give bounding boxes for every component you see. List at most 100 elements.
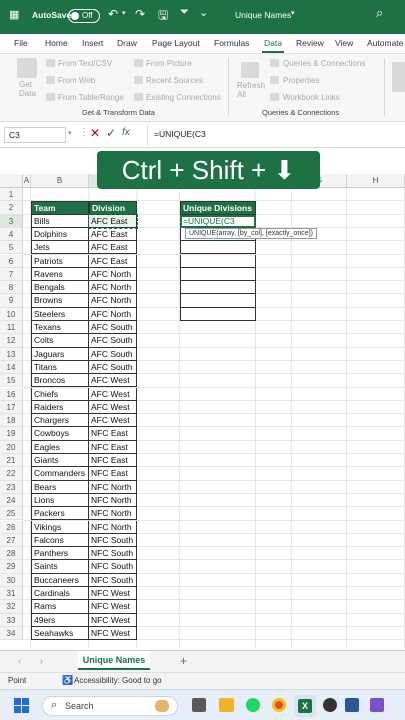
unique-divisions-active-cell[interactable]: =UNIQUE(C3 <box>180 214 256 228</box>
unique-divisions-cell[interactable] <box>180 294 256 308</box>
row-header[interactable]: 23 <box>0 480 23 494</box>
division-cell[interactable]: NFC West <box>89 626 137 641</box>
row-header[interactable]: 25 <box>0 507 23 521</box>
team-cell[interactable]: Panthers <box>31 547 89 561</box>
name-box-dropdown-icon[interactable]: ▾ <box>68 129 72 137</box>
file-explorer-icon[interactable] <box>219 698 234 712</box>
division-cell[interactable]: AFC North <box>89 281 137 295</box>
division-cell[interactable]: NFC South <box>89 533 137 548</box>
team-cell[interactable]: 49ers <box>31 613 89 627</box>
workbook-links-button[interactable]: Workbook Links <box>283 93 340 102</box>
division-cell[interactable]: NFC East <box>89 427 137 441</box>
windows-start-icon[interactable] <box>14 698 29 713</box>
team-cell[interactable]: Lions <box>31 493 89 508</box>
row-header[interactable]: 31 <box>0 587 23 601</box>
team-cell[interactable]: Raiders <box>31 400 89 415</box>
row-header[interactable]: 5 <box>0 241 23 255</box>
team-cell[interactable]: Vikings <box>31 520 89 534</box>
division-cell[interactable]: AFC North <box>89 267 137 282</box>
function-icon[interactable]: fx <box>122 127 130 138</box>
division-cell[interactable]: AFC South <box>89 347 137 361</box>
unique-divisions-cell[interactable] <box>180 281 256 295</box>
taskbar-search[interactable]: ⌕ Search <box>42 696 178 716</box>
menu-file[interactable]: File <box>14 38 28 48</box>
chrome-icon[interactable] <box>272 698 286 712</box>
row-header[interactable]: 11 <box>0 321 23 335</box>
row-header[interactable]: 28 <box>0 547 23 561</box>
spotify-icon[interactable] <box>246 698 260 712</box>
division-cell[interactable]: NFC West <box>89 587 137 601</box>
division-cell[interactable]: NFC South <box>89 560 137 574</box>
team-cell[interactable]: Jaguars <box>31 347 89 361</box>
filter-icon[interactable]: ⏷ <box>180 6 189 19</box>
division-cell[interactable]: NFC South <box>89 547 137 561</box>
refresh-all-button[interactable]: Refresh All <box>237 81 265 99</box>
formula-input[interactable]: =UNIQUE(C3 <box>154 129 206 139</box>
save-icon[interactable]: 🖫 <box>158 6 168 27</box>
row-header[interactable]: 9 <box>0 294 23 308</box>
team-cell[interactable]: Eagles <box>31 440 89 454</box>
from-text-csv-button[interactable]: From Text/CSV <box>58 59 112 68</box>
menu-review[interactable]: Review <box>296 38 324 48</box>
unique-divisions-header[interactable]: Unique Divisions <box>180 201 256 215</box>
add-sheet-button[interactable]: + <box>180 654 187 668</box>
menu-draw[interactable]: Draw <box>117 38 137 48</box>
row-header[interactable]: 10 <box>0 307 23 321</box>
next-sheet-icon[interactable]: › <box>40 656 43 666</box>
division-cell[interactable]: AFC West <box>89 387 137 401</box>
stocks-icon[interactable] <box>392 62 405 92</box>
team-cell[interactable]: Cardinals <box>31 587 89 601</box>
row-header[interactable]: 13 <box>0 347 23 361</box>
existing-connections-button[interactable]: Existing Connections <box>146 93 221 102</box>
menu-page-layout[interactable]: Page Layout <box>152 38 200 48</box>
menu-view[interactable]: View <box>335 38 353 48</box>
team-cell[interactable]: Commanders <box>31 467 89 481</box>
row-header[interactable]: 14 <box>0 360 23 375</box>
division-cell[interactable]: NFC East <box>89 440 137 454</box>
row-header[interactable]: 17 <box>0 400 23 415</box>
division-cell[interactable]: NFC West <box>89 600 137 614</box>
row-header[interactable]: 29 <box>0 560 23 574</box>
division-cell[interactable]: NFC South <box>89 573 137 587</box>
team-cell[interactable]: Seahawks <box>31 626 89 641</box>
team-cell[interactable]: Bears <box>31 480 89 494</box>
team-cell[interactable]: Buccaneers <box>31 573 89 587</box>
team-cell[interactable]: Chiefs <box>31 387 89 401</box>
team-cell[interactable]: Ravens <box>31 267 89 282</box>
division-cell[interactable]: AFC South <box>89 334 137 348</box>
team-cell[interactable]: Bengals <box>31 281 89 295</box>
from-picture-button[interactable]: From Picture <box>146 59 192 68</box>
row-header[interactable]: 21 <box>0 454 23 468</box>
column-header-b[interactable]: B <box>31 174 89 188</box>
division-cell[interactable]: AFC East <box>89 227 137 242</box>
filename-chevron-icon[interactable]: ▾ <box>291 9 295 17</box>
recent-sources-button[interactable]: Recent Sources <box>146 76 203 85</box>
team-cell[interactable]: Giants <box>31 454 89 468</box>
team-cell[interactable]: Colts <box>31 334 89 348</box>
enter-icon[interactable]: ✓ <box>106 126 116 140</box>
team-cell[interactable]: Bills <box>31 214 89 228</box>
redo-icon[interactable]: ↷ <box>135 7 145 21</box>
row-header[interactable]: 2 <box>0 201 23 215</box>
autosave-toggle[interactable]: Off <box>68 9 100 23</box>
team-header[interactable]: Team <box>31 201 89 215</box>
row-header[interactable]: 19 <box>0 427 23 441</box>
app-icon-2[interactable] <box>370 698 384 712</box>
accessibility-status[interactable]: Accessibility: Good to go <box>74 676 162 685</box>
team-cell[interactable]: Steelers <box>31 307 89 321</box>
obs-icon[interactable] <box>323 698 337 712</box>
menu-formulas[interactable]: Formulas <box>214 38 249 48</box>
division-cell[interactable]: AFC West <box>89 400 137 415</box>
undo-icon[interactable]: ↶ <box>108 7 118 21</box>
division-cell[interactable]: AFC South <box>89 321 137 335</box>
team-cell[interactable]: Chargers <box>31 414 89 428</box>
team-cell[interactable]: Broncos <box>31 374 89 388</box>
row-header[interactable]: 7 <box>0 267 23 282</box>
more-icon[interactable]: ⋮ <box>79 127 89 138</box>
column-header-a[interactable]: A <box>23 174 31 188</box>
row-header[interactable]: 22 <box>0 467 23 481</box>
division-cell[interactable]: NFC East <box>89 467 137 481</box>
division-cell[interactable]: NFC North <box>89 493 137 508</box>
team-cell[interactable]: Texans <box>31 321 89 335</box>
team-cell[interactable]: Cowboys <box>31 427 89 441</box>
